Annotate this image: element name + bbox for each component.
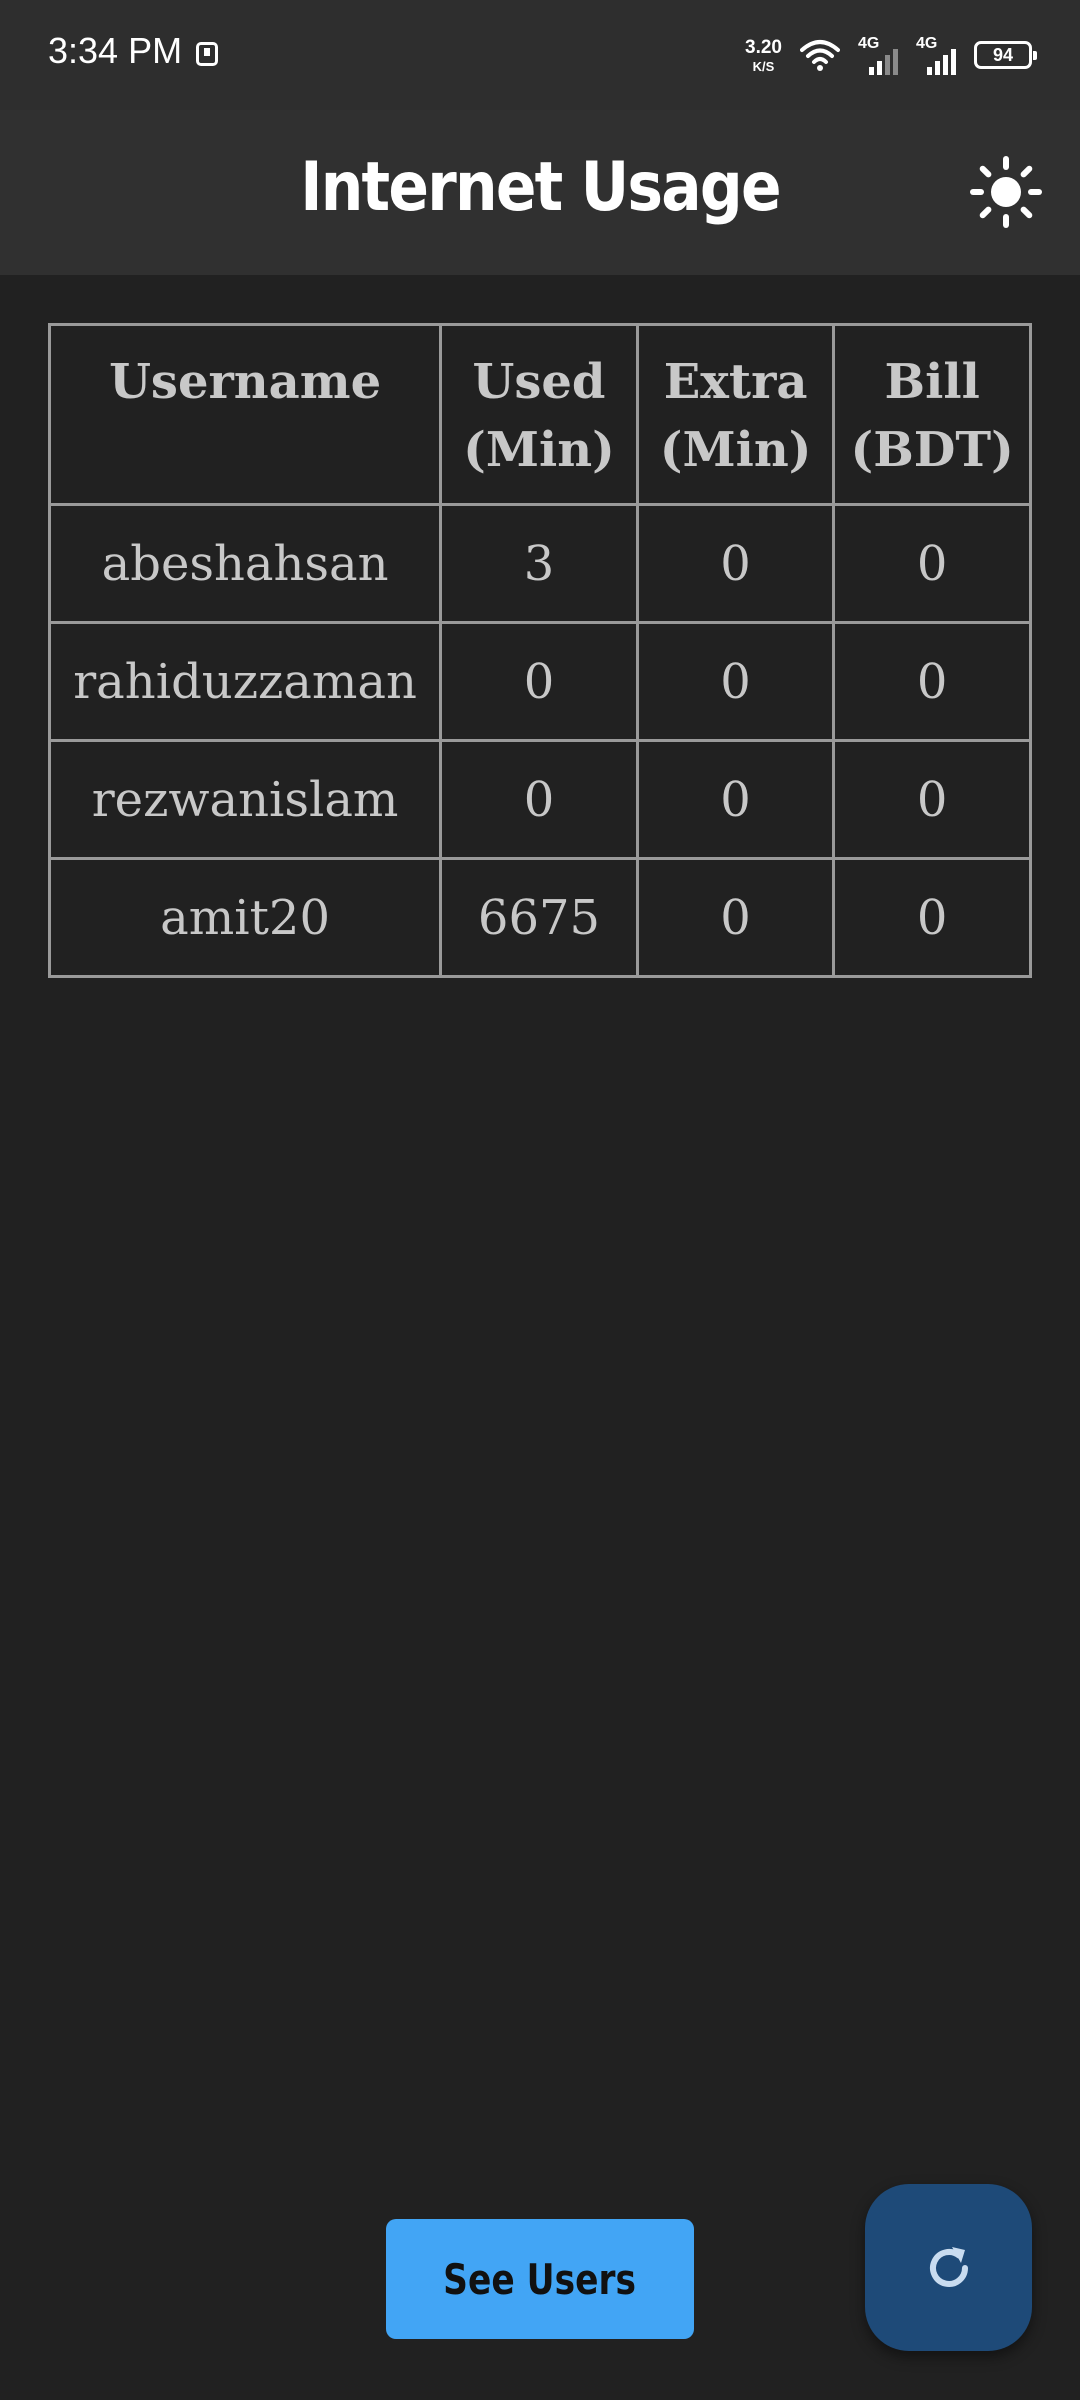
battery-icon: 94	[974, 41, 1037, 69]
sim1-signal-icon: 4G	[858, 35, 898, 75]
table-row: abeshahsan 3 0 0	[47, 503, 1032, 624]
network-speed-unit: K/S	[752, 58, 775, 74]
table-row: rahiduzzaman 0 0 0	[47, 621, 1032, 742]
cell-used: 3	[439, 503, 639, 624]
battery-level: 94	[992, 44, 1014, 65]
table-row: amit20 6675 0 0	[47, 857, 1032, 978]
cell-bill: 0	[832, 503, 1032, 624]
table-header-row: Username Used (Min) Extra (Min) Bill (BD…	[47, 323, 1032, 506]
cell-bill: 0	[832, 621, 1032, 742]
refresh-icon	[929, 2246, 968, 2287]
usage-table-container: Username Used (Min) Extra (Min) Bill (BD…	[47, 323, 1032, 978]
cell-bill: 0	[832, 857, 1032, 978]
cell-used: 6675	[439, 857, 639, 978]
sun-icon[interactable]	[970, 156, 1042, 228]
header-extra: Extra (Min)	[635, 323, 836, 506]
cell-username: rahiduzzaman	[47, 621, 443, 742]
parking-notification-icon	[196, 42, 218, 66]
page-title: Internet Usage	[300, 148, 781, 227]
cell-username: rezwanislam	[47, 739, 443, 860]
sim2-signal-icon: 4G	[916, 35, 956, 75]
status-bar: 3:34 PM 3.20 K/S 4G 4G 94	[0, 0, 1080, 110]
see-users-button[interactable]: See Users	[386, 2219, 694, 2339]
header-username: Username	[47, 323, 443, 506]
cell-username: amit20	[47, 857, 443, 978]
wifi-icon	[800, 40, 840, 71]
cell-extra: 0	[635, 503, 836, 624]
cell-bill: 0	[832, 739, 1032, 860]
see-users-label: See Users	[443, 2254, 637, 2304]
network-speed-value: 3.20	[745, 36, 782, 58]
usage-table: Username Used (Min) Extra (Min) Bill (BD…	[47, 323, 1032, 978]
cell-extra: 0	[635, 621, 836, 742]
status-indicators: 3.20 K/S 4G 4G 94	[745, 30, 1037, 80]
header-used: Used (Min)	[439, 323, 639, 506]
cell-extra: 0	[635, 739, 836, 860]
network-speed: 3.20 K/S	[745, 38, 782, 73]
cell-extra: 0	[635, 857, 836, 978]
refresh-button[interactable]	[865, 2184, 1032, 2351]
header-bill: Bill (BDT)	[832, 323, 1032, 506]
app-bar: Internet Usage	[0, 110, 1080, 275]
cell-username: abeshahsan	[47, 503, 443, 624]
cell-used: 0	[439, 739, 639, 860]
status-time: 3:34 PM	[48, 30, 183, 71]
table-row: rezwanislam 0 0 0	[47, 739, 1032, 860]
cell-used: 0	[439, 621, 639, 742]
